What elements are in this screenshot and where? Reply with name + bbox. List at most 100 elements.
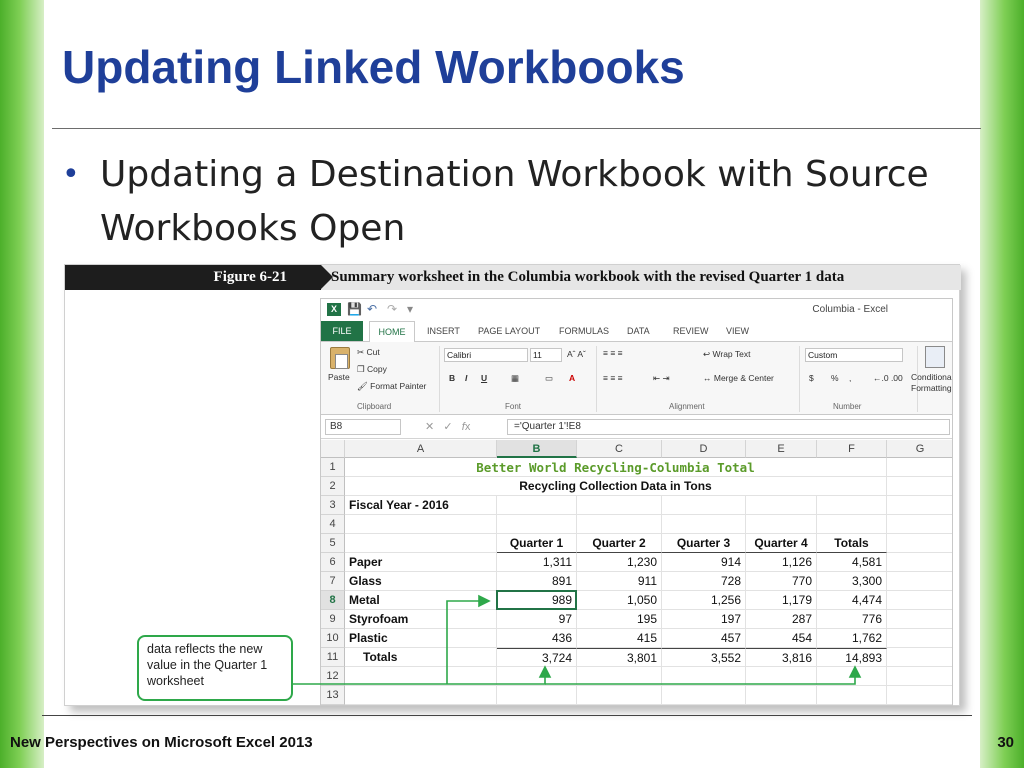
- borders-icon[interactable]: ▦: [511, 373, 519, 384]
- select-all-corner[interactable]: [321, 440, 345, 458]
- row-header[interactable]: 7: [321, 572, 345, 591]
- row-label[interactable]: Glass: [345, 572, 497, 591]
- data-cell[interactable]: 776: [817, 610, 887, 629]
- underline-button[interactable]: U: [481, 373, 487, 383]
- column-header-c[interactable]: C: [577, 440, 662, 458]
- decimal-icon[interactable]: ←.0 .00: [873, 373, 903, 383]
- customize-toolbar-icon[interactable]: ▾: [407, 302, 413, 316]
- comma-button[interactable]: ,: [849, 373, 851, 383]
- data-cell[interactable]: 197: [662, 610, 746, 629]
- sheet-cell[interactable]: [746, 496, 817, 515]
- sheet-cell[interactable]: [887, 610, 952, 629]
- format-painter-button[interactable]: 🖌 Format Painter: [357, 381, 426, 392]
- column-header-a[interactable]: A: [345, 440, 497, 458]
- data-cell[interactable]: 415: [577, 629, 662, 648]
- font-name-select[interactable]: Calibri: [444, 348, 528, 362]
- row-header[interactable]: 12: [321, 667, 345, 686]
- data-cell[interactable]: 1,050: [577, 591, 662, 610]
- row-header[interactable]: 3: [321, 496, 345, 515]
- data-cell[interactable]: 436: [497, 629, 577, 648]
- sheet-cell[interactable]: [887, 667, 952, 686]
- data-cell[interactable]: 1,311: [497, 553, 577, 572]
- sheet-cell[interactable]: [887, 458, 952, 477]
- sheet-cell[interactable]: [662, 667, 746, 686]
- column-header-e[interactable]: E: [746, 440, 817, 458]
- sheet-cell[interactable]: [817, 667, 887, 686]
- row-label[interactable]: Styrofoam: [345, 610, 497, 629]
- column-header-b[interactable]: B: [497, 440, 577, 458]
- data-cell[interactable]: 4,581: [817, 553, 887, 572]
- font-size-select[interactable]: 11: [530, 348, 562, 362]
- cut-button[interactable]: ✂ Cut: [357, 347, 380, 358]
- tab-view[interactable]: VIEW: [726, 326, 749, 336]
- tab-page-layout[interactable]: PAGE LAYOUT: [478, 326, 540, 336]
- quarter-header[interactable]: Quarter 1: [497, 534, 577, 553]
- sheet-cell[interactable]: [887, 648, 952, 667]
- sheet-cell[interactable]: [746, 686, 817, 705]
- data-cell[interactable]: 4,474: [817, 591, 887, 610]
- sheet-title[interactable]: Better World Recycling-Columbia Total: [345, 458, 887, 477]
- redo-icon[interactable]: ↷: [387, 302, 397, 316]
- sheet-cell[interactable]: [887, 534, 952, 553]
- row-label[interactable]: Plastic: [345, 629, 497, 648]
- data-cell[interactable]: 1,230: [577, 553, 662, 572]
- fill-color-icon[interactable]: ▭: [545, 373, 553, 384]
- fiscal-year-cell[interactable]: Fiscal Year - 2016: [345, 496, 497, 515]
- data-cell[interactable]: 770: [746, 572, 817, 591]
- sheet-cell[interactable]: [497, 515, 577, 534]
- quarter-header[interactable]: Totals: [817, 534, 887, 553]
- row-header[interactable]: 11: [321, 648, 345, 667]
- row-header[interactable]: 4: [321, 515, 345, 534]
- totals-cell[interactable]: 3,801: [577, 648, 662, 667]
- number-format-select[interactable]: Custom: [805, 348, 903, 362]
- row-header[interactable]: 10: [321, 629, 345, 648]
- quarter-header[interactable]: Quarter 4: [746, 534, 817, 553]
- currency-button[interactable]: $: [809, 373, 814, 383]
- sheet-cell[interactable]: [577, 686, 662, 705]
- name-box[interactable]: B8: [325, 419, 401, 435]
- formula-icons[interactable]: ✕ ✓ fx: [425, 420, 470, 433]
- row-header[interactable]: 2: [321, 477, 345, 496]
- data-cell[interactable]: 3,300: [817, 572, 887, 591]
- sheet-cell[interactable]: [746, 667, 817, 686]
- data-cell[interactable]: 195: [577, 610, 662, 629]
- sheet-cell[interactable]: [577, 667, 662, 686]
- data-cell[interactable]: 891: [497, 572, 577, 591]
- copy-button[interactable]: ❐ Copy: [357, 364, 387, 375]
- sheet-cell[interactable]: [662, 496, 746, 515]
- bold-button[interactable]: B: [449, 373, 455, 383]
- tab-home[interactable]: HOME: [369, 321, 415, 342]
- tab-review[interactable]: REVIEW: [673, 326, 709, 336]
- quarter-header[interactable]: Quarter 3: [662, 534, 746, 553]
- align-left-icon[interactable]: ≡ ≡ ≡: [603, 373, 623, 383]
- percent-button[interactable]: %: [831, 373, 839, 383]
- sheet-cell[interactable]: [345, 667, 497, 686]
- sheet-cell[interactable]: [345, 515, 497, 534]
- font-color-icon[interactable]: A: [569, 373, 575, 383]
- undo-icon[interactable]: ↶: [367, 302, 377, 316]
- row-label[interactable]: Metal: [345, 591, 497, 610]
- row-label[interactable]: Paper: [345, 553, 497, 572]
- totals-cell[interactable]: 3,816: [746, 648, 817, 667]
- tab-insert[interactable]: INSERT: [427, 326, 460, 336]
- column-header-g[interactable]: G: [887, 440, 952, 458]
- data-cell[interactable]: 1,126: [746, 553, 817, 572]
- merge-center-button[interactable]: ↔ Merge & Center: [703, 373, 774, 383]
- column-header-f[interactable]: F: [817, 440, 887, 458]
- row-header[interactable]: 1: [321, 458, 345, 477]
- sheet-cell[interactable]: [887, 477, 952, 496]
- conditional-formatting-button[interactable]: Conditional Formatting: [911, 372, 952, 394]
- sheet-cell[interactable]: [497, 496, 577, 515]
- quarter-header[interactable]: Quarter 2: [577, 534, 662, 553]
- data-cell[interactable]: 287: [746, 610, 817, 629]
- totals-cell[interactable]: 3,724: [497, 648, 577, 667]
- row-header[interactable]: 13: [321, 686, 345, 705]
- row-header[interactable]: 5: [321, 534, 345, 553]
- grow-font-icon[interactable]: Aˆ Aˇ: [567, 349, 586, 359]
- sheet-cell[interactable]: [577, 496, 662, 515]
- data-cell[interactable]: 911: [577, 572, 662, 591]
- sheet-cell[interactable]: [887, 496, 952, 515]
- sheet-cell[interactable]: [817, 686, 887, 705]
- sheet-subtitle[interactable]: Recycling Collection Data in Tons: [345, 477, 887, 496]
- totals-cell[interactable]: 14,893: [817, 648, 887, 667]
